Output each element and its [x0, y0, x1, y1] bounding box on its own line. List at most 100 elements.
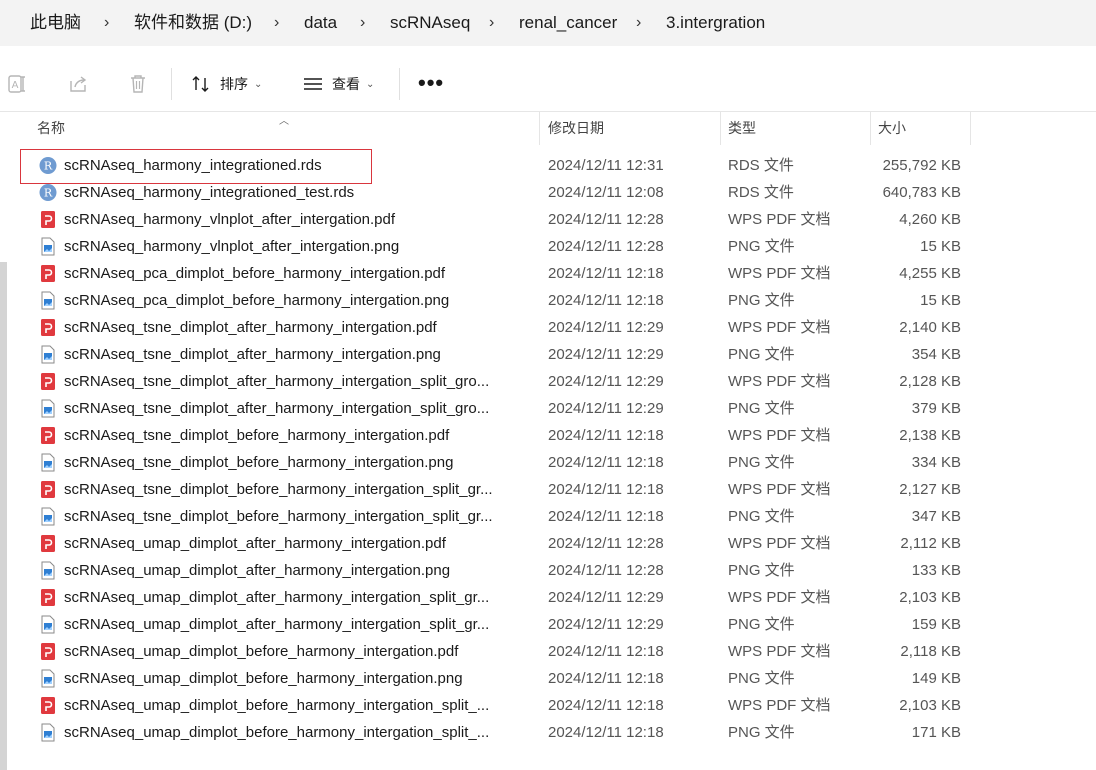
- file-row[interactable]: scRNAseq_umap_dimplot_before_harmony_int…: [0, 638, 1096, 665]
- file-name[interactable]: scRNAseq_harmony_integrationed_test.rds: [64, 179, 534, 206]
- png-file-icon: [39, 561, 57, 580]
- column-header-name[interactable]: 名称: [29, 112, 539, 145]
- file-type: WPS PDF 文档: [728, 319, 831, 336]
- file-row[interactable]: scRNAseq_pca_dimplot_before_harmony_inte…: [0, 260, 1096, 287]
- file-type: PNG 文件: [728, 616, 795, 633]
- file-row[interactable]: scRNAseq_umap_dimplot_after_harmony_inte…: [0, 530, 1096, 557]
- file-name[interactable]: scRNAseq_umap_dimplot_before_harmony_int…: [64, 665, 534, 692]
- file-row[interactable]: scRNAseq_tsne_dimplot_before_harmony_int…: [0, 422, 1096, 449]
- file-size: 2,103 KB: [899, 697, 961, 714]
- file-modified-date: 2024/12/11 12:18: [548, 292, 664, 309]
- rename-icon[interactable]: A: [7, 73, 29, 95]
- file-name[interactable]: scRNAseq_umap_dimplot_after_harmony_inte…: [64, 557, 534, 584]
- svg-text:R: R: [44, 187, 53, 200]
- breadcrumb-data[interactable]: data: [304, 12, 337, 34]
- file-name[interactable]: scRNAseq_tsne_dimplot_before_harmony_int…: [64, 476, 534, 503]
- file-size: 640,783 KB: [882, 184, 961, 201]
- file-row[interactable]: scRNAseq_umap_dimplot_after_harmony_inte…: [0, 611, 1096, 638]
- share-icon[interactable]: [67, 73, 89, 95]
- file-row[interactable]: scRNAseq_harmony_vlnplot_after_intergati…: [0, 233, 1096, 260]
- file-name[interactable]: scRNAseq_tsne_dimplot_before_harmony_int…: [64, 449, 534, 476]
- file-row[interactable]: scRNAseq_umap_dimplot_before_harmony_int…: [0, 665, 1096, 692]
- more-options-icon[interactable]: •••: [418, 72, 444, 94]
- address-bar[interactable]: 此电脑 › 软件和数据 (D:) › data › scRNAseq › ren…: [0, 0, 1096, 46]
- file-explorer-window: 此电脑 › 软件和数据 (D:) › data › scRNAseq › ren…: [0, 0, 1096, 770]
- file-row[interactable]: scRNAseq_tsne_dimplot_after_harmony_inte…: [0, 341, 1096, 368]
- file-type: WPS PDF 文档: [728, 481, 831, 498]
- file-modified-date: 2024/12/11 12:18: [548, 724, 664, 741]
- file-row[interactable]: scRNAseq_umap_dimplot_before_harmony_int…: [0, 692, 1096, 719]
- breadcrumb-drive-d[interactable]: 软件和数据 (D:): [134, 12, 252, 34]
- file-size: 2,138 KB: [899, 427, 961, 444]
- file-name[interactable]: scRNAseq_pca_dimplot_before_harmony_inte…: [64, 287, 534, 314]
- breadcrumb-separator[interactable]: ›: [360, 13, 365, 33]
- file-name[interactable]: scRNAseq_tsne_dimplot_before_harmony_int…: [64, 422, 534, 449]
- file-row[interactable]: scRNAseq_pca_dimplot_before_harmony_inte…: [0, 287, 1096, 314]
- sort-label: 排序: [220, 76, 248, 92]
- breadcrumb-separator[interactable]: ›: [636, 13, 641, 33]
- column-header-type[interactable]: 类型: [720, 112, 870, 145]
- file-modified-date: 2024/12/11 12:18: [548, 454, 664, 471]
- pdf-file-icon: [39, 210, 57, 229]
- breadcrumb-separator[interactable]: ›: [274, 13, 279, 33]
- view-list-icon: [302, 73, 324, 95]
- file-name[interactable]: scRNAseq_tsne_dimplot_before_harmony_int…: [64, 503, 534, 530]
- file-row[interactable]: scRNAseq_tsne_dimplot_after_harmony_inte…: [0, 314, 1096, 341]
- file-modified-date: 2024/12/11 12:29: [548, 346, 664, 363]
- file-name[interactable]: scRNAseq_tsne_dimplot_after_harmony_inte…: [64, 314, 534, 341]
- file-name[interactable]: scRNAseq_harmony_vlnplot_after_intergati…: [64, 233, 534, 260]
- breadcrumb-scrnaseq[interactable]: scRNAseq: [390, 12, 470, 34]
- file-row[interactable]: RscRNAseq_harmony_integrationed.rds 2024/…: [0, 152, 1096, 179]
- file-type: WPS PDF 文档: [728, 211, 831, 228]
- file-name[interactable]: scRNAseq_umap_dimplot_after_harmony_inte…: [64, 611, 534, 638]
- file-modified-date: 2024/12/11 12:18: [548, 481, 664, 498]
- file-name[interactable]: scRNAseq_tsne_dimplot_after_harmony_inte…: [64, 341, 534, 368]
- png-file-icon: [39, 399, 57, 418]
- file-row[interactable]: scRNAseq_tsne_dimplot_after_harmony_inte…: [0, 368, 1096, 395]
- file-name[interactable]: scRNAseq_tsne_dimplot_after_harmony_inte…: [64, 368, 534, 395]
- file-name[interactable]: scRNAseq_pca_dimplot_before_harmony_inte…: [64, 260, 534, 287]
- toolbar-divider: [171, 68, 172, 100]
- pdf-file-icon: [39, 264, 57, 283]
- file-name[interactable]: scRNAseq_umap_dimplot_before_harmony_int…: [64, 692, 534, 719]
- file-row[interactable]: scRNAseq_tsne_dimplot_after_harmony_inte…: [0, 395, 1096, 422]
- file-size: 149 KB: [911, 670, 961, 687]
- file-row[interactable]: scRNAseq_umap_dimplot_before_harmony_int…: [0, 719, 1096, 746]
- delete-icon[interactable]: [127, 73, 149, 95]
- breadcrumb-separator[interactable]: ›: [104, 13, 109, 33]
- file-modified-date: 2024/12/11 12:29: [548, 319, 664, 336]
- file-row[interactable]: scRNAseq_umap_dimplot_after_harmony_inte…: [0, 584, 1096, 611]
- file-modified-date: 2024/12/11 12:28: [548, 562, 664, 579]
- file-type: WPS PDF 文档: [728, 643, 831, 660]
- file-name[interactable]: scRNAseq_harmony_vlnplot_after_intergati…: [64, 206, 534, 233]
- file-name[interactable]: scRNAseq_harmony_integrationed.rds: [64, 152, 534, 179]
- file-size: 2,140 KB: [899, 319, 961, 336]
- file-name[interactable]: scRNAseq_umap_dimplot_after_harmony_inte…: [64, 584, 534, 611]
- column-header-size[interactable]: 大小: [870, 112, 970, 145]
- file-row[interactable]: scRNAseq_umap_dimplot_after_harmony_inte…: [0, 557, 1096, 584]
- file-name[interactable]: scRNAseq_tsne_dimplot_after_harmony_inte…: [64, 395, 534, 422]
- file-type: PNG 文件: [728, 238, 795, 255]
- file-row[interactable]: RscRNAseq_harmony_integrationed_test.rds…: [0, 179, 1096, 206]
- file-row[interactable]: scRNAseq_harmony_vlnplot_after_intergati…: [0, 206, 1096, 233]
- rds-file-icon: R: [39, 183, 57, 202]
- column-header-date[interactable]: 修改日期: [540, 112, 720, 145]
- file-row[interactable]: scRNAseq_tsne_dimplot_before_harmony_int…: [0, 449, 1096, 476]
- address-divider: [0, 46, 1096, 54]
- view-button[interactable]: 查看 ⌄: [302, 68, 374, 100]
- breadcrumb-separator[interactable]: ›: [489, 13, 494, 33]
- breadcrumb-renal-cancer[interactable]: renal_cancer: [519, 12, 617, 34]
- pdf-file-icon: [39, 696, 57, 715]
- breadcrumb-current-folder[interactable]: 3.intergration: [666, 12, 765, 34]
- file-size: 2,103 KB: [899, 589, 961, 606]
- file-row[interactable]: scRNAseq_tsne_dimplot_before_harmony_int…: [0, 503, 1096, 530]
- breadcrumb-this-pc[interactable]: 此电脑: [30, 12, 81, 34]
- file-modified-date: 2024/12/11 12:18: [548, 670, 664, 687]
- column-divider[interactable]: [970, 112, 971, 145]
- sort-button[interactable]: 排序 ⌄: [190, 68, 262, 100]
- file-name[interactable]: scRNAseq_umap_dimplot_before_harmony_int…: [64, 638, 534, 665]
- file-row[interactable]: scRNAseq_tsne_dimplot_before_harmony_int…: [0, 476, 1096, 503]
- file-name[interactable]: scRNAseq_umap_dimplot_after_harmony_inte…: [64, 530, 534, 557]
- file-name[interactable]: scRNAseq_umap_dimplot_before_harmony_int…: [64, 719, 534, 746]
- file-modified-date: 2024/12/11 12:18: [548, 427, 664, 444]
